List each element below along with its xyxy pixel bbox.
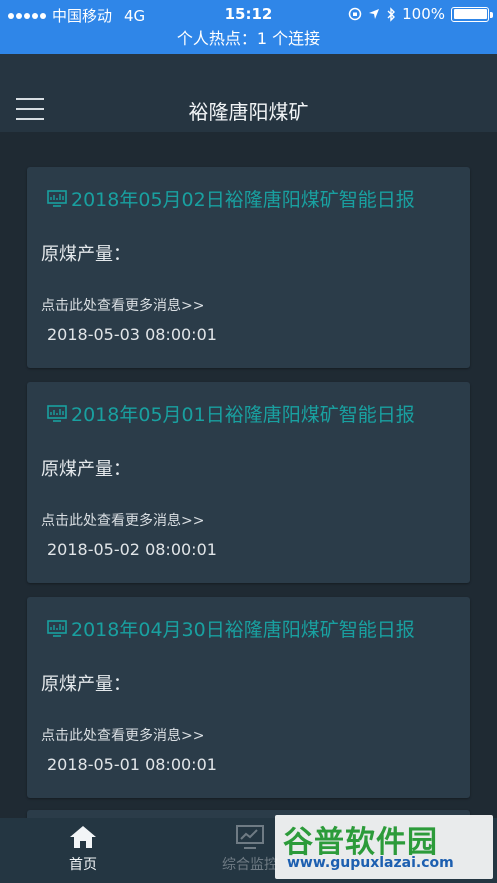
- more-link[interactable]: 点击此处查看更多消息>>: [41, 510, 204, 530]
- report-datetime: 2018-05-03 08:00:01: [47, 325, 217, 344]
- watermark-logo: 谷普软件园 www.gupuxlazai.com: [275, 815, 493, 879]
- monitor-chart-icon: [47, 619, 67, 637]
- coal-output-label: 原煤产量：: [41, 459, 131, 480]
- more-link[interactable]: 点击此处查看更多消息>>: [41, 295, 204, 315]
- report-title: 2018年04月30日裕隆唐阳煤矿智能日报: [71, 619, 415, 641]
- coal-output-label: 原煤产量：: [41, 244, 131, 265]
- status-right: 100%: [348, 5, 493, 23]
- battery-percent: 100%: [402, 5, 445, 23]
- coal-output-label: 原煤产量：: [41, 674, 131, 695]
- report-card[interactable]: 2018年05月01日裕隆唐阳煤矿智能日报 原煤产量： 点击此处查看更多消息>>…: [27, 382, 470, 583]
- tab-home-label: 首页: [69, 857, 97, 873]
- page-title: 裕隆唐阳煤矿: [188, 100, 309, 124]
- more-link[interactable]: 点击此处查看更多消息>>: [41, 725, 204, 745]
- report-datetime: 2018-05-02 08:00:01: [47, 540, 217, 559]
- report-title: 2018年05月02日裕隆唐阳煤矿智能日报: [71, 189, 415, 211]
- monitor-chart-icon: [47, 404, 67, 422]
- report-list[interactable]: 2018年05月02日裕隆唐阳煤矿智能日报 原煤产量： 点击此处查看更多消息>>…: [0, 132, 497, 818]
- report-card[interactable]: 2018年05月02日裕隆唐阳煤矿智能日报 原煤产量： 点击此处查看更多消息>>…: [27, 167, 470, 368]
- report-title: 2018年05月01日裕隆唐阳煤矿智能日报: [71, 404, 415, 426]
- app-header: 裕隆唐阳煤矿: [0, 54, 497, 132]
- monitor-chart-icon: [47, 189, 67, 207]
- report-card-header: 2018年05月02日裕隆唐阳煤矿智能日报: [47, 185, 415, 212]
- watermark-url: www.gupuxlazai.com: [287, 855, 454, 871]
- bluetooth-icon: [387, 6, 396, 22]
- battery-icon: [451, 6, 493, 22]
- monitor-icon: [236, 825, 264, 849]
- lock-rotation-icon: [348, 7, 362, 21]
- report-card-header: 2018年04月30日裕隆唐阳煤矿智能日报: [47, 615, 415, 642]
- hotspot-banner[interactable]: 个人热点：1 个连接: [0, 28, 497, 54]
- status-bar: 中国移动 4G 15:12 100%: [0, 0, 497, 28]
- report-datetime: 2018-05-01 08:00:01: [47, 755, 217, 774]
- tab-home[interactable]: 首页: [23, 824, 143, 874]
- home-icon: [70, 826, 96, 848]
- report-card[interactable]: 2018年04月30日裕隆唐阳煤矿智能日报 原煤产量： 点击此处查看更多消息>>…: [27, 597, 470, 798]
- location-icon: [369, 9, 380, 19]
- report-card-header: 2018年05月01日裕隆唐阳煤矿智能日报: [47, 400, 415, 427]
